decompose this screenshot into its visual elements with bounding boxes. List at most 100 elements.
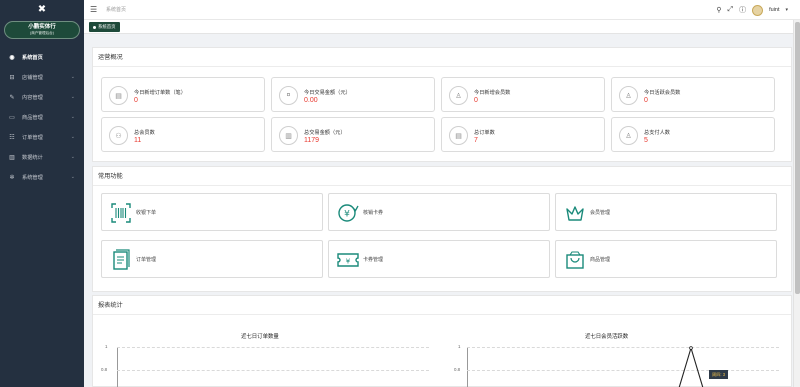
logo-icon: ✖ (37, 3, 47, 15)
chevron-down-icon[interactable]: ▾ (785, 7, 788, 13)
chart-title-members: 近七日会员活跃数 (585, 334, 629, 340)
report-title: 报表统计 (93, 296, 791, 315)
stat-label: 总会员数 (134, 130, 155, 136)
sidebar-item-5[interactable]: ▥ 数据统计 ⌄ (0, 147, 84, 167)
stat-value: 11 (134, 137, 142, 144)
edit-icon: ✎ (9, 94, 15, 101)
active-dot-icon (93, 25, 96, 29)
tab-label: 系统首页 (98, 24, 116, 29)
sidebar-item-label: 店铺管理 (22, 74, 43, 81)
store-switcher[interactable]: 小鹏实体行 (商户管理后台) (4, 21, 80, 39)
functions-panel: 常用功能 收银下单 ¥ 核销卡券 会员管理订单管理 ¥ 卡券管理 商品管理 (92, 166, 792, 292)
stat-label: 总订单数 (474, 130, 495, 136)
sidebar-item-label: 数据统计 (22, 154, 43, 161)
stat-label: 今日新增订单数（笔） (134, 90, 186, 96)
crown-icon (564, 202, 586, 224)
stat-card: ⚇ 总会员数 11 (101, 117, 265, 152)
stat-value: 7 (474, 137, 478, 144)
stat-card: ▤ 总订单数 7 (441, 117, 605, 152)
shortcut-tile[interactable]: 收银下单 (101, 193, 323, 231)
sidebar-item-6[interactable]: ✲ 系统管理 ⌄ (0, 167, 84, 187)
sidebar-item-4[interactable]: ☷ 订单管理 ⌄ (0, 127, 84, 147)
stat-card: ▤ 今日新增订单数（笔） 0 (101, 77, 265, 112)
stat-card: ♙ 今日新增会员数 0 (441, 77, 605, 112)
money-icon: ¤ (279, 86, 298, 105)
members-line-chart (678, 346, 704, 387)
sidebar-menu: ◉ 系统首页 ⊟ 店铺管理 ⌄ ✎ 内容管理 ⌄ ▭ 商品管理 ⌄ ☷ 订单管理 ⌄ ▥ 数据统计 ⌄ ✲ 系统管理… (0, 47, 84, 187)
shortcut-label: 收银下单 (136, 210, 157, 216)
tab-home[interactable]: 系统首页 (89, 22, 120, 32)
order-icon: ☷ (9, 134, 15, 141)
chevron-down-icon: ⌄ (70, 114, 75, 120)
shortcut-tile[interactable]: 会员管理 (555, 193, 777, 231)
home-icon: ◉ (9, 54, 15, 61)
stat-value: 0.00 (304, 97, 318, 104)
breadcrumb[interactable]: 系统首页 (106, 6, 126, 13)
shortcut-label: 商品管理 (590, 257, 611, 263)
orders-icon: ▤ (449, 126, 468, 145)
shortcut-tile[interactable]: ¥ 卡券管理 (328, 240, 550, 278)
sidebar-item-3[interactable]: ▭ 商品管理 ⌄ (0, 107, 84, 127)
avatar[interactable] (752, 4, 764, 16)
stat-value: 0 (644, 97, 648, 104)
stat-value: 0 (474, 97, 478, 104)
stat-label: 今日交易金额（元） (304, 90, 351, 96)
sidebar: ✖ 小鹏实体行 (商户管理后台) ◉ 系统首页 ⊟ 店铺管理 ⌄ ✎ 内容管理 ⌄ ▭ 商品管理 ⌄… (0, 0, 84, 387)
chevron-down-icon: ⌄ (70, 154, 75, 160)
shortcut-tile[interactable]: 商品管理 (555, 240, 777, 278)
chart-title-orders: 近七日订单数量 (241, 334, 279, 340)
username[interactable]: fuint (769, 7, 779, 13)
chevron-down-icon: ⌄ (70, 174, 75, 180)
chevron-down-icon: ⌄ (70, 94, 75, 100)
user-add-icon: ♙ (449, 86, 468, 105)
verify-coupon-icon: ¥ (337, 202, 359, 224)
sidebar-item-0[interactable]: ◉ 系统首页 (0, 47, 84, 67)
stat-label: 总交易金额（元） (304, 130, 346, 136)
shortcut-tile[interactable]: ¥ 核销卡券 (328, 193, 550, 231)
series-line (678, 346, 704, 387)
chart-bars-icon: ▥ (279, 126, 298, 145)
menu-toggle-icon[interactable]: ☰ (90, 5, 98, 14)
stat-label: 今日活跃会员数 (644, 90, 681, 96)
shortcut-tile[interactable]: 订单管理 (101, 240, 323, 278)
sidebar-item-label: 内容管理 (22, 94, 43, 101)
shopping-bag-icon (564, 249, 586, 271)
stat-label: 总支付人数 (644, 130, 670, 136)
payer-icon: ♙ (619, 126, 638, 145)
ticket-icon: ¥ (337, 249, 359, 271)
chart-tooltip: 周四: 3 (709, 370, 729, 379)
sidebar-item-1[interactable]: ⊟ 店铺管理 ⌄ (0, 67, 84, 87)
chevron-down-icon: ⌄ (70, 74, 75, 80)
shortcut-label: 核销卡券 (363, 210, 384, 216)
y-tick-label: 1 (458, 344, 461, 349)
receipt-icon: ▤ (109, 86, 128, 105)
functions-title: 常用功能 (93, 167, 791, 186)
shortcut-label: 卡券管理 (363, 257, 384, 263)
search-icon[interactable]: ⚲ (716, 6, 721, 14)
barcode-icon (110, 202, 132, 224)
topbar: ☰ 系统首页 ⚲ ⤢ ⓘ fuint ▾ (84, 0, 800, 20)
scrollbar-thumb[interactable] (795, 22, 800, 294)
gridline (467, 347, 779, 348)
shortcut-label: 订单管理 (136, 257, 157, 263)
help-icon[interactable]: ⓘ (739, 5, 746, 15)
overview-title: 运营概况 (93, 48, 791, 67)
scrollbar[interactable] (793, 20, 800, 387)
y-axis (117, 347, 118, 387)
store-subtitle: (商户管理后台) (30, 31, 54, 35)
y-tick-label: 0.8 (101, 367, 108, 372)
fullscreen-icon[interactable]: ⤢ (727, 6, 733, 14)
gridline (117, 347, 429, 348)
stat-label: 今日新增会员数 (474, 90, 511, 96)
gridline (467, 370, 779, 371)
shortcut-label: 会员管理 (590, 210, 611, 216)
sidebar-item-label: 商品管理 (22, 114, 43, 121)
overview-panel: 运营概况 ▤ 今日新增订单数（笔） 0 ¤ 今日交易金额（元） 0.00 ♙ 今日新增会员数 0… (92, 47, 792, 162)
y-axis (467, 347, 468, 387)
sidebar-item-label: 系统管理 (22, 174, 43, 181)
sidebar-item-label: 订单管理 (22, 134, 43, 141)
sidebar-item-2[interactable]: ✎ 内容管理 ⌄ (0, 87, 84, 107)
goods-icon: ▭ (9, 114, 15, 121)
stat-card: ▥ 总交易金额（元） 1179 (271, 117, 435, 152)
settings-icon: ✲ (9, 174, 15, 181)
